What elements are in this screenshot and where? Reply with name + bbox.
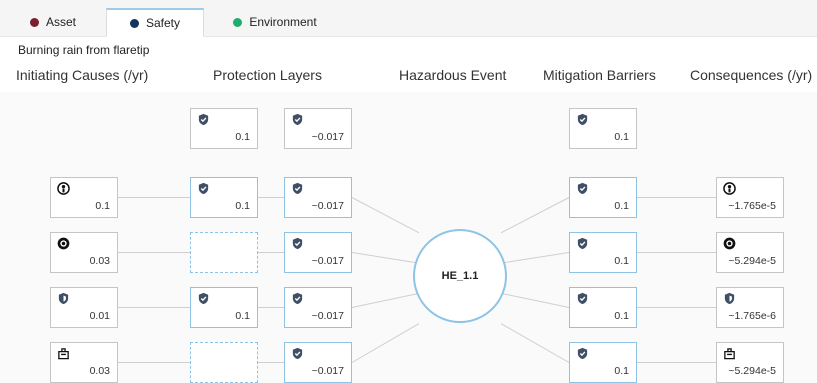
card-value: ~0.017 bbox=[311, 365, 344, 377]
card-value: 0.1 bbox=[235, 131, 250, 143]
card-value: ~0.017 bbox=[311, 310, 344, 322]
facility-icon bbox=[723, 347, 736, 360]
mitigation-barrier-card[interactable]: 0.1 bbox=[569, 287, 637, 328]
protection-layer-card[interactable]: 0.1 bbox=[190, 177, 258, 218]
tab-label: Environment bbox=[249, 15, 317, 29]
card-value: ~0.017 bbox=[311, 131, 344, 143]
header-protection-layers: Protection Layers bbox=[213, 67, 322, 83]
empty-protection-slot[interactable] bbox=[190, 232, 258, 273]
event-to-barrier-line bbox=[500, 252, 570, 264]
mitigation-barrier-card[interactable]: 0.1 bbox=[569, 108, 637, 149]
shield-check-icon bbox=[576, 347, 589, 360]
event-to-barrier-line bbox=[500, 323, 570, 363]
asset-dot-icon bbox=[29, 17, 39, 27]
shield-check-icon bbox=[576, 113, 589, 126]
shield-icon bbox=[57, 292, 70, 305]
card-value: 0.1 bbox=[235, 310, 250, 322]
tab-bar: Asset Safety Environment bbox=[0, 0, 817, 37]
tab-safety[interactable]: Safety bbox=[106, 8, 204, 37]
consequence-card[interactable]: ~5.294e-5 bbox=[716, 232, 784, 273]
layer-to-event-line bbox=[351, 252, 420, 264]
shield-icon bbox=[723, 292, 736, 305]
header-consequences: Consequences (/yr) bbox=[690, 67, 813, 83]
consequence-card[interactable]: ~5.294e-5 bbox=[716, 342, 784, 383]
bowtie-diagram: HE_1.1 0.1 ~0.017 0.1 0.1 0.1 ~0.017 0.1 ~1.765… bbox=[0, 92, 817, 383]
initiating-cause-card[interactable]: 0.01 bbox=[50, 287, 118, 328]
consequence-card[interactable]: ~1.765e-5 bbox=[716, 177, 784, 218]
tab-label: Safety bbox=[145, 16, 181, 30]
shield-check-icon bbox=[291, 237, 304, 250]
protection-layer-card[interactable]: 0.1 bbox=[190, 108, 258, 149]
header-hazardous-event: Hazardous Event bbox=[399, 67, 507, 83]
person-icon bbox=[723, 182, 736, 195]
event-to-barrier-line bbox=[500, 197, 570, 234]
mitigation-barrier-card[interactable]: 0.1 bbox=[569, 177, 637, 218]
tab-label: Asset bbox=[45, 15, 76, 29]
consequence-card[interactable]: ~1.765e-6 bbox=[716, 287, 784, 328]
protection-layer-card[interactable]: ~0.017 bbox=[284, 342, 352, 383]
card-value: 0.1 bbox=[614, 131, 629, 143]
hazardous-event-node[interactable]: HE_1.1 bbox=[413, 229, 507, 323]
protection-layer-card[interactable]: ~0.017 bbox=[284, 232, 352, 273]
card-value: ~5.294e-5 bbox=[728, 365, 776, 377]
card-value: 0.01 bbox=[89, 310, 110, 322]
card-value: ~5.294e-5 bbox=[728, 255, 776, 267]
protection-layer-card[interactable]: ~0.017 bbox=[284, 177, 352, 218]
initiating-cause-card[interactable]: 0.03 bbox=[50, 232, 118, 273]
empty-protection-slot[interactable] bbox=[190, 342, 258, 383]
mitigation-barrier-card[interactable]: 0.1 bbox=[569, 232, 637, 273]
shield-check-icon bbox=[291, 292, 304, 305]
layer-to-event-line bbox=[351, 292, 420, 308]
card-value: 0.1 bbox=[614, 365, 629, 377]
connector-lines bbox=[118, 197, 716, 363]
layer-to-event-line bbox=[351, 197, 420, 234]
mitigation-barrier-card[interactable]: 0.1 bbox=[569, 342, 637, 383]
safety-dot-icon bbox=[129, 18, 139, 28]
header-mitigation-barriers: Mitigation Barriers bbox=[543, 67, 656, 83]
hazardous-event-label: HE_1.1 bbox=[441, 270, 479, 282]
layer-to-event-line bbox=[351, 323, 420, 363]
shield-check-icon bbox=[197, 182, 210, 195]
shield-check-icon bbox=[197, 292, 210, 305]
facility-icon bbox=[57, 347, 70, 360]
card-value: ~1.765e-6 bbox=[728, 310, 776, 322]
shield-check-icon bbox=[576, 292, 589, 305]
card-value: ~0.017 bbox=[311, 255, 344, 267]
protection-layer-card[interactable]: 0.1 bbox=[190, 287, 258, 328]
shield-check-icon bbox=[576, 237, 589, 250]
target-icon bbox=[57, 237, 70, 250]
initiating-cause-card[interactable]: 0.03 bbox=[50, 342, 118, 383]
initiating-cause-card[interactable]: 0.1 bbox=[50, 177, 118, 218]
shield-check-icon bbox=[291, 347, 304, 360]
tab-environment[interactable]: Environment bbox=[220, 8, 330, 36]
card-value: 0.1 bbox=[235, 200, 250, 212]
environment-dot-icon bbox=[233, 17, 243, 27]
shield-check-icon bbox=[576, 182, 589, 195]
card-value: 0.03 bbox=[89, 255, 110, 267]
protection-layer-card[interactable]: ~0.017 bbox=[284, 287, 352, 328]
card-value: ~1.765e-5 bbox=[728, 200, 776, 212]
target-icon bbox=[723, 237, 736, 250]
event-to-barrier-line bbox=[500, 292, 570, 308]
card-value: 0.1 bbox=[614, 310, 629, 322]
shield-check-icon bbox=[291, 113, 304, 126]
protection-layer-card[interactable]: ~0.017 bbox=[284, 108, 352, 149]
header-initiating-causes: Initiating Causes (/yr) bbox=[16, 67, 149, 83]
card-value: ~0.017 bbox=[311, 200, 344, 212]
person-icon bbox=[57, 182, 70, 195]
scenario-title: Burning rain from flaretip bbox=[18, 43, 150, 57]
card-value: 0.1 bbox=[614, 200, 629, 212]
card-value: 0.1 bbox=[95, 200, 110, 212]
card-value: 0.03 bbox=[89, 365, 110, 377]
shield-check-icon bbox=[291, 182, 304, 195]
tab-asset[interactable]: Asset bbox=[14, 8, 92, 36]
shield-check-icon bbox=[197, 113, 210, 126]
card-value: 0.1 bbox=[614, 255, 629, 267]
